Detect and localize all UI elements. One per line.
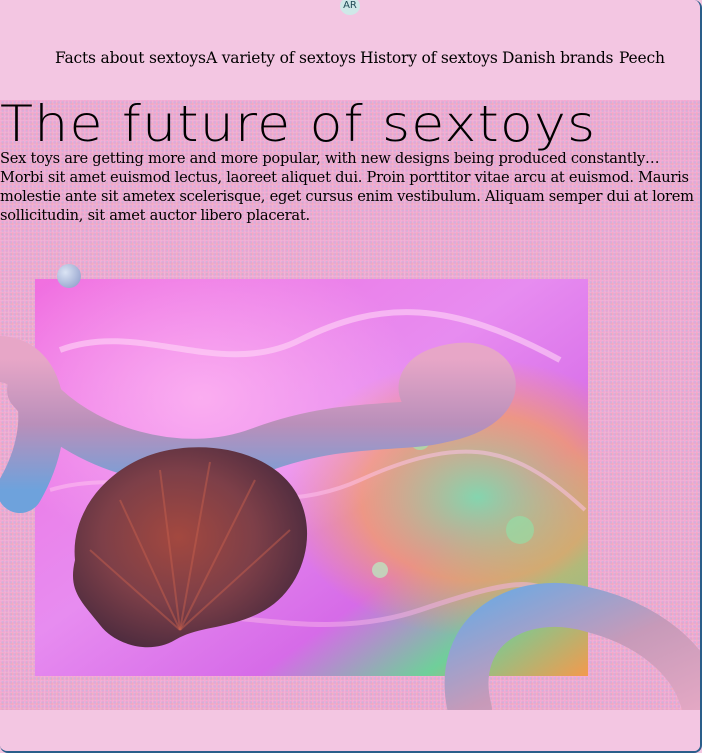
site-header: Facts about sextoys A variety of sextoys…	[0, 0, 700, 100]
intro-paragraph: Sex toys are getting more and more popul…	[0, 150, 694, 224]
orb-decoration	[57, 264, 81, 288]
nav-item-facts[interactable]: Facts about sextoys	[55, 49, 206, 67]
nav-item-variety[interactable]: A variety of sextoys	[206, 49, 356, 67]
hero-artwork	[0, 264, 700, 710]
nav-item-peech[interactable]: Peech	[619, 49, 665, 67]
nav-item-danish-brands[interactable]: Danish brands	[502, 49, 614, 67]
nav-item-history[interactable]: History of sextoys	[360, 49, 498, 67]
page-title: The future of sextoys	[0, 95, 597, 153]
page-frame: Facts about sextoys A variety of sextoys…	[0, 0, 702, 753]
site-footer	[0, 710, 700, 751]
